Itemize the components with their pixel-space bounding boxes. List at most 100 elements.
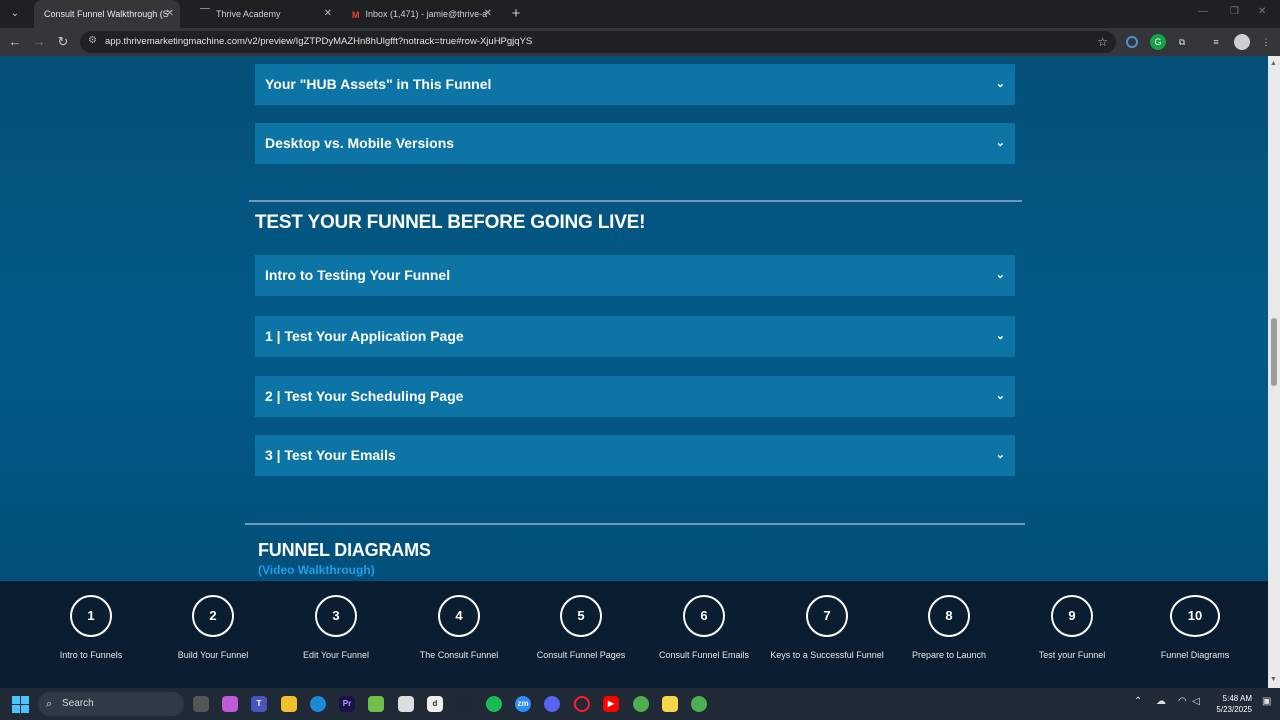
step-10[interactable]: 10 Funnel Diagrams (1130, 595, 1260, 660)
clock-date: 5/23/2025 (1216, 705, 1252, 714)
chevron-down-icon: ⌄ (995, 449, 1005, 461)
funnel-diagrams-heading: FUNNEL DIAGRAMS (258, 540, 431, 560)
edge-icon[interactable] (310, 696, 326, 712)
step-label: Funnel Diagrams (1160, 650, 1230, 660)
notification-icon[interactable]: ▣ (1262, 696, 1271, 707)
premiere-icon[interactable]: Pr (339, 696, 355, 712)
new-tab-icon[interactable]: + (506, 4, 526, 24)
menu-kebab-icon[interactable]: ⋮ (1258, 34, 1274, 50)
media-control-icon[interactable]: ≡ (1208, 34, 1224, 50)
video-walkthrough-link[interactable]: (Video Walkthrough) (258, 563, 375, 577)
accordion-test-scheduling[interactable]: 2 | Test Your Scheduling Page ⌄ (255, 376, 1015, 417)
scroll-down-icon[interactable]: ▼ (1270, 676, 1277, 683)
tab-search-icon[interactable]: ⌄ (6, 5, 24, 23)
step-4[interactable]: 4 The Consult Funnel (394, 595, 524, 660)
accordion-desktop-mobile[interactable]: Desktop vs. Mobile Versions ⌄ (255, 123, 1015, 164)
address-bar[interactable]: ⚙ app.thrivemarketingmachine.com/v2/prev… (80, 31, 1116, 53)
chevron-down-icon: ⌄ (995, 390, 1005, 402)
app-icon[interactable] (368, 696, 384, 712)
step-number: 2 (192, 595, 234, 637)
discord-icon[interactable] (544, 696, 560, 712)
site-info-icon[interactable]: ⚙ (88, 35, 100, 47)
tray-app-icon[interactable]: ☁ (1156, 696, 1166, 707)
chevron-down-icon: ⌄ (995, 269, 1005, 281)
bookmark-star-icon[interactable]: ☆ (1097, 31, 1108, 53)
steam-icon[interactable] (456, 696, 472, 712)
scroll-up-icon[interactable]: ▲ (1270, 60, 1277, 67)
step-2[interactable]: 2 Build Your Funnel (148, 595, 278, 660)
volume-icon[interactable]: ◁ (1192, 696, 1200, 707)
windows-taskbar: ⌕ Search T Pr d zm ▶ ⌃ ☁ ◠ ◁ 5:48 AM 5/2… (0, 688, 1280, 720)
chevron-down-icon: ⌄ (995, 137, 1005, 149)
sticky-notes-icon[interactable] (662, 696, 678, 712)
system-clock[interactable]: 5:48 AM 5/23/2025 (1216, 693, 1252, 715)
step-label: Consult Funnel Emails (658, 650, 750, 660)
step-9[interactable]: 9 Test your Funnel (1007, 595, 1137, 660)
close-icon[interactable]: ✕ (484, 0, 492, 28)
url-text: app.thrivemarketingmachine.com/v2/previe… (105, 36, 533, 47)
accordion-test-application[interactable]: 1 | Test Your Application Page ⌄ (255, 316, 1015, 357)
accordion-label: Intro to Testing Your Funnel (265, 267, 451, 283)
accordion-hub-assets[interactable]: Your "HUB Assets" in This Funnel ⌄ (255, 64, 1015, 105)
accordion-label: Desktop vs. Mobile Versions (265, 135, 455, 151)
tab-title: Thrive Academy (216, 9, 281, 19)
tab-title: Inbox (1,471) - jamie@thrive-a (365, 9, 488, 19)
accordion-test-emails[interactable]: 3 | Test Your Emails ⌄ (255, 435, 1015, 476)
step-number: 6 (683, 595, 725, 637)
store-icon[interactable] (398, 696, 414, 712)
forward-icon[interactable]: → (30, 33, 48, 51)
step-number: 9 (1051, 595, 1093, 637)
taskbar-search[interactable]: ⌕ Search (38, 692, 184, 716)
teams-icon[interactable]: T (251, 696, 267, 712)
youtube-icon[interactable]: ▶ (603, 696, 619, 712)
back-icon[interactable]: ← (6, 33, 24, 51)
app-d-icon[interactable]: d (427, 696, 443, 712)
step-label: The Consult Funnel (419, 650, 499, 660)
spotify-icon[interactable] (486, 696, 502, 712)
step-3[interactable]: 3 Edit Your Funnel (271, 595, 401, 660)
step-6[interactable]: 6 Consult Funnel Emails (639, 595, 769, 660)
step-7[interactable]: 7 Keys to a Successful Funnel (762, 595, 892, 660)
chrome-active-icon[interactable] (691, 696, 707, 712)
zoom-icon[interactable]: zm (515, 696, 531, 712)
chevron-down-icon: ⌄ (995, 78, 1005, 90)
extension-c-icon[interactable] (1126, 36, 1138, 48)
accordion-label: Your "HUB Assets" in This Funnel (265, 76, 492, 92)
page-icon (200, 8, 210, 18)
step-label: Consult Funnel Pages (536, 650, 626, 660)
page-scrollbar[interactable]: ▲ ▼ (1268, 56, 1280, 688)
profile-avatar[interactable] (1234, 34, 1250, 50)
reload-icon[interactable]: ↻ (54, 33, 72, 51)
tab-inbox[interactable]: M Inbox (1,471) - jamie@thrive-a ✕ (342, 0, 498, 28)
step-5[interactable]: 5 Consult Funnel Pages (516, 595, 646, 660)
file-explorer-icon[interactable] (281, 696, 297, 712)
page-content: Your "HUB Assets" in This Funnel ⌄ Deskt… (0, 56, 1268, 581)
gmail-icon: M (352, 10, 360, 20)
maximize-icon[interactable]: ❐ (1230, 6, 1239, 17)
accordion-label: 3 | Test Your Emails (265, 447, 396, 463)
task-view-icon[interactable] (193, 696, 209, 712)
windows-start-icon[interactable] (12, 696, 29, 713)
step-1[interactable]: 1 Intro to Funnels (26, 595, 156, 660)
minimize-icon[interactable]: — (1198, 6, 1208, 17)
tab-thrive-academy[interactable]: Thrive Academy ✕ (190, 0, 338, 28)
scroll-thumb[interactable] (1271, 318, 1277, 386)
chrome-icon[interactable] (633, 696, 649, 712)
step-label: Test your Funnel (1038, 650, 1106, 660)
close-icon[interactable]: ✕ (166, 0, 174, 28)
step-number: 3 (315, 595, 357, 637)
chevron-down-icon: ⌄ (995, 330, 1005, 342)
wifi-icon[interactable]: ◠ (1178, 696, 1187, 707)
extensions-puzzle-icon[interactable]: ⧉ (1174, 34, 1190, 50)
opera-icon[interactable] (574, 696, 590, 712)
accordion-intro-testing[interactable]: Intro to Testing Your Funnel ⌄ (255, 255, 1015, 296)
grammarly-icon[interactable]: G (1150, 34, 1166, 50)
close-window-icon[interactable]: ✕ (1258, 6, 1266, 17)
tray-chevron-icon[interactable]: ⌃ (1134, 696, 1142, 707)
tab-consult-funnel[interactable]: Consult Funnel Walkthrough (S ✕ (34, 0, 180, 28)
step-navigation-bar: 1 Intro to Funnels 2 Build Your Funnel 3 Ed… (0, 581, 1268, 688)
test-funnel-heading: TEST YOUR FUNNEL BEFORE GOING LIVE! (255, 212, 646, 233)
step-8[interactable]: 8 Prepare to Launch (884, 595, 1014, 660)
copilot-icon[interactable] (222, 696, 238, 712)
close-icon[interactable]: ✕ (324, 0, 332, 28)
